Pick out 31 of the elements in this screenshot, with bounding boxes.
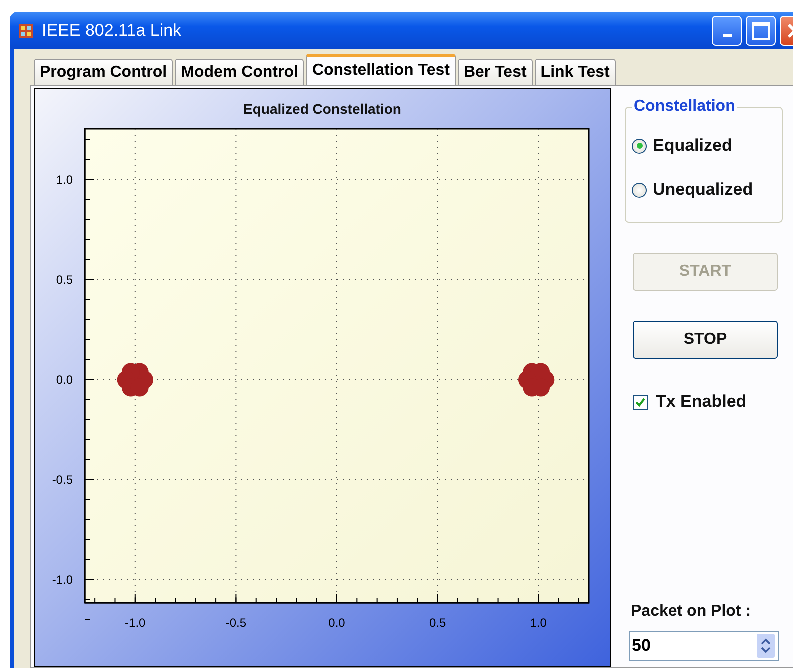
tab[interactable]: Modem Control — [175, 59, 304, 85]
group-title: Constellation — [633, 98, 736, 116]
radio-option[interactable]: Unequalized — [632, 170, 778, 210]
y-tick-label: -1.0 — [52, 573, 73, 587]
x-tick-label: 0.5 — [429, 616, 446, 630]
tab[interactable]: Constellation Test — [306, 54, 456, 85]
radio-button[interactable] — [632, 138, 647, 154]
y-tick-label: 0.5 — [56, 273, 73, 287]
spin-arrows-icon[interactable] — [757, 634, 775, 658]
tx-enabled-checkbox[interactable]: Tx Enabled — [633, 392, 747, 412]
radio-option[interactable]: Equalized — [632, 126, 778, 166]
x-tick-label: -0.5 — [226, 616, 247, 630]
app-icon — [18, 22, 34, 38]
tab[interactable]: Ber Test — [458, 59, 533, 85]
x-tick-label: 0.0 — [328, 616, 346, 630]
y-tick-label: 0.0 — [56, 373, 73, 387]
minimize-button[interactable] — [712, 16, 742, 46]
chart-title: Equalized Constellation — [244, 101, 402, 117]
packet-spinner[interactable]: 50 — [629, 631, 779, 661]
maximize-button[interactable] — [746, 16, 776, 46]
packet-label: Packet on Plot : — [631, 603, 752, 621]
window-title: IEEE 802.11a Link — [42, 20, 182, 40]
tab[interactable]: Program Control — [34, 59, 174, 85]
y-tick-label: 1.0 — [56, 173, 73, 187]
tab[interactable]: Link Test — [534, 59, 616, 85]
checkbox[interactable] — [633, 394, 648, 410]
y-tick-label: -0.5 — [52, 473, 73, 487]
x-tick-label: 1.0 — [530, 616, 547, 630]
action-button[interactable]: STOP — [633, 321, 778, 359]
radio-button[interactable] — [632, 182, 647, 198]
x-tick-label: -1.0 — [125, 616, 146, 630]
